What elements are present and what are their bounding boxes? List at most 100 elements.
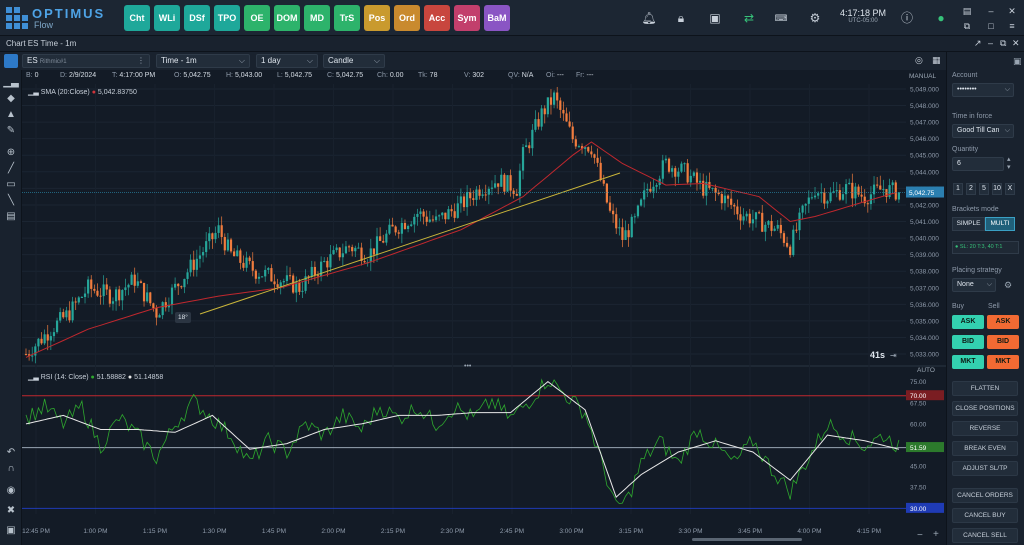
- buy-mkt-button[interactable]: MKT: [952, 355, 984, 369]
- tab-acc[interactable]: Acc: [424, 5, 450, 31]
- price-tick-label: 5,040.000: [910, 236, 939, 243]
- close-panel-icon[interactable]: ✕: [1012, 38, 1020, 49]
- quantity-preset-x[interactable]: X: [1005, 183, 1015, 195]
- symbol-selector[interactable]: ES Rithmic#1 ⋮: [22, 54, 150, 68]
- candle-body: [118, 289, 121, 301]
- undo-icon[interactable]: ↶: [3, 446, 19, 460]
- tab-bam[interactable]: BaM: [484, 5, 510, 31]
- range-select[interactable]: 1 day ⌵: [256, 54, 318, 68]
- copy-icon[interactable]: ⧉: [958, 17, 976, 35]
- close-positions-button[interactable]: CLOSE POSITIONS: [952, 401, 1018, 416]
- zoom-in-icon[interactable]: +: [933, 529, 939, 540]
- logo-sub: Flow: [34, 20, 54, 30]
- keyboard-icon[interactable]: ⌨: [772, 9, 790, 27]
- gear-icon[interactable]: ⚙: [806, 9, 824, 27]
- pencil-icon[interactable]: ✎: [3, 124, 19, 138]
- chart-canvas[interactable]: ••• 5,033.000 5,034.000 5,035.000 5,036.000 5…: [22, 70, 946, 545]
- crosshair-icon[interactable]: ⊕: [3, 146, 19, 160]
- minimize-panel-icon[interactable]: –: [988, 38, 993, 48]
- bar-chart-icon[interactable]: ▁▃: [3, 76, 19, 90]
- quantity-preset-2[interactable]: 2: [966, 183, 976, 195]
- candle-body: [612, 210, 615, 215]
- quantity-input[interactable]: 6: [952, 157, 1004, 171]
- buy-bid-button[interactable]: BID: [952, 335, 984, 349]
- flatten-button[interactable]: FLATTEN: [952, 381, 1018, 396]
- chat-icon[interactable]: ◎: [915, 55, 923, 66]
- trash-icon[interactable]: ✖: [3, 504, 19, 518]
- help-icon[interactable]: ⓘ: [898, 9, 916, 27]
- tab-dom[interactable]: DOM: [274, 5, 300, 31]
- timeframe-select[interactable]: Time - 1m ⌵: [156, 54, 250, 68]
- scale-mode[interactable]: MANUAL: [909, 73, 936, 80]
- panel-toggle-icon[interactable]: [4, 54, 18, 68]
- candle-body: [652, 186, 655, 192]
- settings-panel-icon[interactable]: ▣: [3, 524, 19, 538]
- tab-pos[interactable]: Pos: [364, 5, 390, 31]
- candle-body: [74, 301, 77, 303]
- chart-area[interactable]: ••• 5,033.000 5,034.000 5,035.000 5,036.000 5…: [22, 70, 946, 545]
- chart-style-select[interactable]: Candle ⌵: [323, 54, 385, 68]
- trendline-icon[interactable]: ╱: [3, 162, 19, 176]
- break-even-button[interactable]: BREAK EVEN: [952, 441, 1018, 456]
- tab-sym[interactable]: Sym: [454, 5, 480, 31]
- bell-icon[interactable]: 🔔︎: [640, 9, 658, 27]
- magnet-icon[interactable]: ∩: [3, 462, 19, 476]
- settings-icon[interactable]: ▦: [932, 55, 941, 66]
- quantity-preset-5[interactable]: 5: [979, 183, 989, 195]
- stepper-down-icon[interactable]: ▾: [1007, 163, 1011, 171]
- cancel-sell-button[interactable]: CANCEL SELL: [952, 528, 1018, 543]
- tab-md[interactable]: MD: [304, 5, 330, 31]
- gear-icon[interactable]: ⚙: [1004, 280, 1012, 291]
- eye-icon[interactable]: ◉: [3, 484, 19, 498]
- rsi-legend[interactable]: ▁▃ RSI (14: Close) ● 51.58882 ● 51.14858: [28, 373, 163, 381]
- rsi-scale-mode[interactable]: AUTO: [917, 367, 935, 374]
- sell-mkt-button[interactable]: MKT: [987, 355, 1019, 369]
- sell-ask-button[interactable]: ASK: [987, 315, 1019, 329]
- quantity-preset-1[interactable]: 1: [953, 183, 963, 195]
- reverse-button[interactable]: REVERSE: [952, 421, 1018, 436]
- candle-body: [509, 175, 512, 191]
- placing-select[interactable]: None ⌵: [952, 278, 996, 292]
- lock-icon[interactable]: 🔒︎: [672, 9, 690, 27]
- candle-body: [789, 246, 792, 255]
- collapse-icon[interactable]: ▣: [1013, 56, 1022, 67]
- stepper-up-icon[interactable]: ▴: [1007, 155, 1011, 163]
- drop-icon[interactable]: ▲: [3, 108, 19, 122]
- user-icon[interactable]: ●: [932, 9, 950, 27]
- layout-icon[interactable]: ▣: [706, 9, 724, 27]
- brackets-multi-button[interactable]: MULTI: [985, 217, 1015, 231]
- sma-legend[interactable]: ▁▃ SMA (20:Close) ● 5,042.83750: [28, 88, 137, 96]
- tab-ord[interactable]: Ord: [394, 5, 420, 31]
- tab-oe[interactable]: OE: [244, 5, 270, 31]
- maximize-icon[interactable]: □: [982, 17, 1000, 35]
- tab-trs[interactable]: TrS: [334, 5, 360, 31]
- ruler-icon[interactable]: ▤: [3, 210, 19, 224]
- tif-select[interactable]: Good Till Can ⌵: [952, 124, 1014, 138]
- tab-dsf[interactable]: DSf: [184, 5, 210, 31]
- rectangle-icon[interactable]: ▭: [3, 178, 19, 192]
- pin-icon[interactable]: ↗: [974, 38, 982, 49]
- scroll-to-end-icon[interactable]: ⇥: [890, 351, 897, 360]
- adjust-sl-tp-button[interactable]: ADJUST SL/TP: [952, 461, 1018, 476]
- candle-body: [310, 266, 313, 277]
- tab-wli[interactable]: WLi: [154, 5, 180, 31]
- sell-bid-button[interactable]: BID: [987, 335, 1019, 349]
- candle-body: [469, 192, 472, 199]
- restore-panel-icon[interactable]: ⧉: [1000, 38, 1006, 49]
- buy-ask-button[interactable]: ASK: [952, 315, 984, 329]
- tab-tpo[interactable]: TPO: [214, 5, 240, 31]
- account-select[interactable]: •••••••• ⌵: [952, 83, 1014, 97]
- fib-icon[interactable]: ╲: [3, 194, 19, 208]
- candle-body: [565, 113, 568, 122]
- layers-icon[interactable]: ≡: [1003, 17, 1021, 35]
- candle-body: [795, 229, 798, 231]
- layers-stack-icon[interactable]: ◆: [3, 92, 19, 106]
- cancel-orders-button[interactable]: CANCEL ORDERS: [952, 488, 1018, 503]
- cancel-buy-button[interactable]: CANCEL BUY: [952, 508, 1018, 523]
- tab-cht[interactable]: Cht: [124, 5, 150, 31]
- quantity-preset-10[interactable]: 10: [992, 183, 1002, 195]
- sync-arrows-icon[interactable]: ⇄: [740, 9, 758, 27]
- brackets-info[interactable]: ● SL: 20 T:3, 40 T:1: [952, 241, 1019, 254]
- zoom-out-icon[interactable]: −: [917, 530, 923, 541]
- brackets-simple-button[interactable]: SIMPLE: [952, 217, 985, 231]
